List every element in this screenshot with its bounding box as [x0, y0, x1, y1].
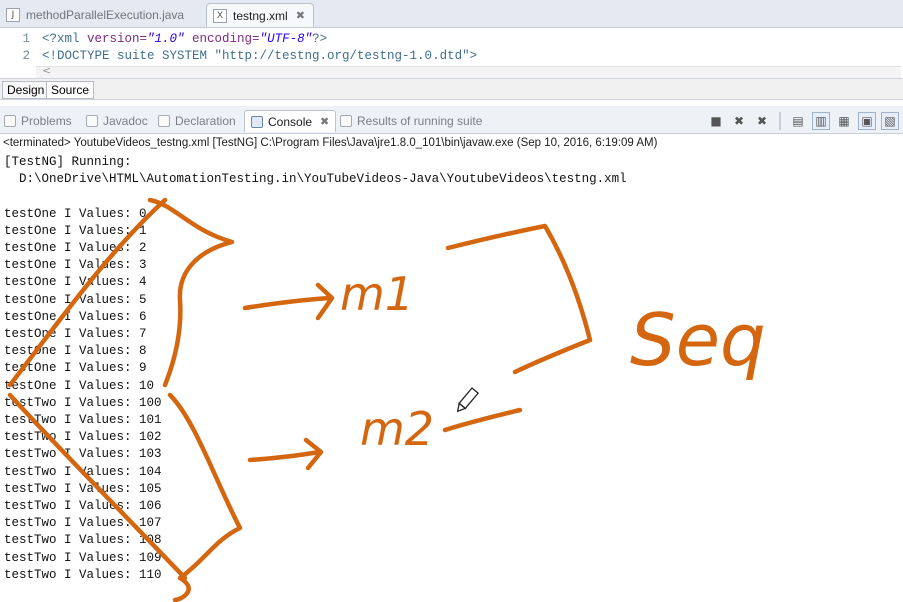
- tab-method-parallel-execution[interactable]: J methodParallelExecution.java: [0, 3, 200, 27]
- console-line: testTwo I Values: 100: [4, 395, 162, 410]
- console-line: testOne I Values: 3: [4, 258, 147, 273]
- console-line: testTwo I Values: 104: [4, 464, 162, 479]
- console-line: testTwo I Values: 107: [4, 516, 162, 531]
- console-line: testTwo I Values: 102: [4, 430, 162, 445]
- console-line: testOne I Values: 0: [4, 206, 147, 221]
- console-toolbar: ■ ✖ ✖ ▤ ▥ ▦ ▣ ▧: [707, 112, 899, 132]
- editor-line: 1 <?xml version= "1.0" encoding= "UTF-8" ?>: [0, 30, 327, 47]
- console-line: testTwo I Values: 106: [4, 499, 162, 513]
- xml-file-icon: X: [213, 8, 227, 23]
- close-icon[interactable]: ✖: [296, 9, 305, 22]
- console-icon: [251, 115, 263, 128]
- javadoc-icon: [86, 115, 98, 127]
- line-number: 2: [22, 48, 30, 63]
- tab-label: testng.xml: [233, 8, 288, 23]
- scroll-lock-icon[interactable]: ▥: [812, 112, 830, 130]
- console-line: D:\OneDrive\HTML\AutomationTesting.in\Yo…: [4, 172, 627, 187]
- console-line: testTwo I Values: 110: [4, 567, 162, 582]
- editor-line: 2 <!DOCTYPE suite SYSTEM "http://testng.…: [0, 47, 477, 64]
- toolbar-separator: [779, 112, 781, 130]
- tab-javadoc[interactable]: Javadoc: [86, 110, 148, 132]
- horizontal-scrollbar[interactable]: <: [36, 64, 901, 78]
- line-number: 1: [22, 31, 30, 46]
- console-line: testOne I Values: 2: [4, 241, 147, 255]
- close-icon[interactable]: ✖: [320, 115, 329, 128]
- tab-label: methodParallelExecution.java: [26, 8, 185, 22]
- console-line: testOne I Values: 5: [4, 292, 147, 307]
- console-line: testOne I Values: 10: [4, 378, 155, 393]
- declaration-icon: [158, 115, 170, 127]
- tab-problems[interactable]: Problems: [4, 110, 72, 132]
- console-line: testTwo I Values: 109: [4, 550, 162, 565]
- remove-all-launches-icon[interactable]: ✖: [753, 112, 771, 130]
- console-line: testTwo I Values: 103: [4, 447, 162, 462]
- editor-mode-bar: Design Source: [0, 78, 903, 100]
- remove-launch-icon[interactable]: ✖: [730, 112, 748, 130]
- console-line: [TestNG] Running:: [4, 155, 132, 169]
- console-view-tabs: Problems Javadoc Declaration Console ✖ R…: [0, 106, 903, 134]
- console-line: testTwo I Values: 108: [4, 533, 162, 548]
- java-file-icon: J: [6, 8, 20, 22]
- console-line: testOne I Values: 1: [4, 223, 147, 238]
- display-selected-console-icon[interactable]: ▧: [881, 112, 899, 130]
- console-line: testOne I Values: 9: [4, 361, 147, 376]
- doctype-text: <!DOCTYPE suite SYSTEM "http://testng.or…: [42, 48, 478, 63]
- clear-console-icon[interactable]: ▤: [789, 112, 807, 130]
- scroll-left-icon[interactable]: <: [42, 64, 51, 77]
- problems-icon: [4, 115, 16, 127]
- terminate-icon[interactable]: ■: [707, 112, 725, 130]
- tab-testng-xml[interactable]: X testng.xml ✖: [206, 3, 314, 27]
- pin-console-icon[interactable]: ▣: [858, 112, 876, 130]
- console-output[interactable]: [TestNG] Running: D:\OneDrive\HTML\Autom…: [0, 153, 903, 602]
- console-line: testOne I Values: 4: [4, 275, 147, 290]
- tab-design[interactable]: Design: [2, 81, 50, 99]
- console-line: testOne I Values: 8: [4, 344, 147, 359]
- console-status: <terminated> YoutubeVideos_testng.xml [T…: [0, 134, 903, 152]
- console-line: testOne I Values: 6: [4, 309, 147, 324]
- tab-console[interactable]: Console ✖: [244, 110, 337, 132]
- console-line: testTwo I Values: 101: [4, 413, 162, 427]
- console-line: testTwo I Values: 105: [4, 481, 162, 496]
- testng-icon: [340, 115, 352, 127]
- editor-tab-strip: J methodParallelExecution.java X testng.…: [0, 0, 903, 28]
- word-wrap-icon[interactable]: ▦: [835, 112, 853, 130]
- tab-source[interactable]: Source: [46, 81, 95, 99]
- tab-results-of-running-suite[interactable]: Results of running suite: [340, 110, 482, 132]
- xml-editor[interactable]: 1 <?xml version= "1.0" encoding= "UTF-8" ?>…: [0, 28, 903, 78]
- tab-declaration[interactable]: Declaration: [158, 110, 236, 132]
- console-line: testOne I Values: 7: [4, 327, 147, 341]
